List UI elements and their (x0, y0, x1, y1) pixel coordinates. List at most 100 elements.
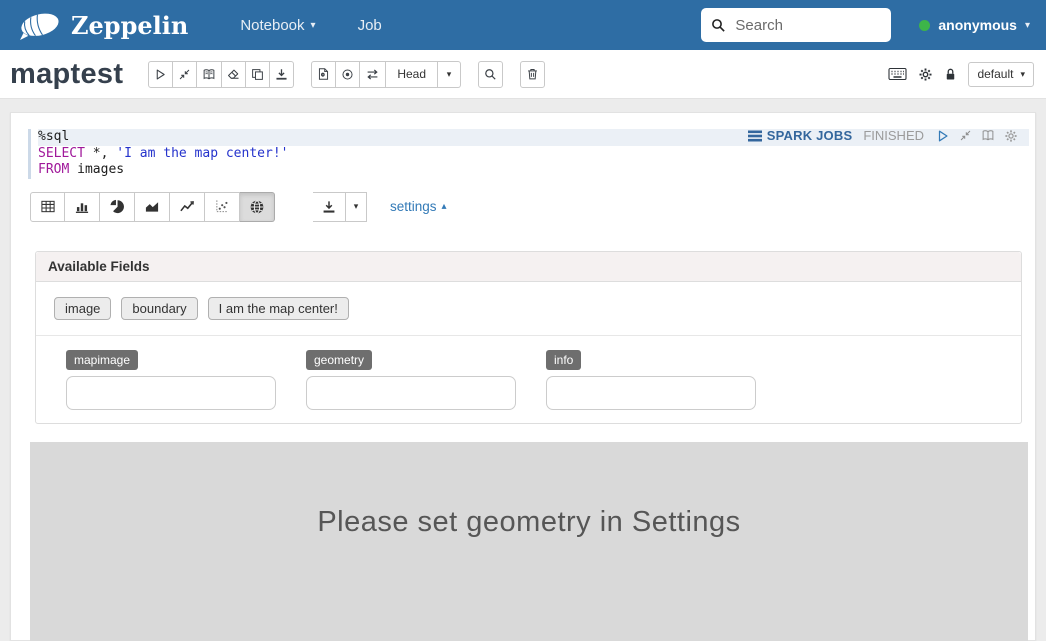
chart-type-map-button[interactable] (240, 192, 275, 222)
trash-icon (526, 67, 539, 81)
zeppelin-logo[interactable]: Zeppelin (16, 9, 188, 41)
list-icon (748, 130, 762, 142)
download-icon (322, 200, 336, 214)
book-icon (202, 68, 216, 81)
top-navbar: Zeppelin Notebook ▾ Job anonymous ▾ (0, 0, 1046, 50)
nav-notebook[interactable]: Notebook ▾ (240, 17, 315, 34)
gear-icon[interactable] (918, 67, 933, 82)
version-control-group: Head ▾ (311, 61, 461, 88)
revision-label: Head (397, 67, 426, 81)
drop-zone-target[interactable] (546, 376, 756, 410)
play-icon (154, 68, 167, 81)
chart-type-bar-button[interactable] (65, 192, 100, 222)
interpreter-binding-button[interactable]: default ▾ (968, 62, 1034, 87)
run-all-button[interactable] (148, 61, 173, 88)
swap-arrows-icon (365, 68, 380, 81)
drop-zone-label: mapimage (66, 350, 138, 370)
revision-target-icon (341, 68, 354, 81)
field-chip[interactable]: image (54, 297, 111, 320)
show-editor-button[interactable] (981, 129, 995, 142)
note-title[interactable]: maptest (10, 58, 123, 91)
revision-caret-button[interactable]: ▾ (438, 61, 461, 88)
drop-zone-target[interactable] (66, 376, 276, 410)
note-toolbar: maptest Head (0, 50, 1046, 99)
drop-zone-target[interactable] (306, 376, 516, 410)
drop-zones: mapimage geometry info (36, 336, 1021, 423)
search-icon (711, 18, 726, 33)
caret-down-icon: ▾ (311, 20, 316, 31)
available-fields-list: image boundary I am the map center! (36, 282, 1021, 336)
scatter-chart-icon (214, 199, 230, 214)
available-fields-panel: Available Fields image boundary I am the m… (35, 251, 1022, 424)
paragraph-gear-icon[interactable] (1004, 129, 1018, 143)
collapse-paragraph-button[interactable] (959, 129, 972, 142)
chart-type-pie-button[interactable] (100, 192, 135, 222)
pie-chart-icon (109, 199, 125, 214)
user-menu[interactable]: anonymous ▾ (919, 17, 1030, 33)
run-paragraph-button[interactable] (936, 129, 950, 143)
chart-type-group (30, 192, 275, 222)
chart-toolbar: ▾ settings ▴ (30, 192, 1035, 222)
search-code-button[interactable] (478, 61, 503, 88)
user-status-dot (919, 20, 930, 31)
commit-button[interactable] (311, 61, 336, 88)
settings-toggle-link[interactable]: settings ▴ (390, 199, 447, 214)
spark-jobs-link[interactable]: SPARK JOBS (748, 128, 853, 143)
line-chart-icon (179, 199, 195, 214)
download-icon (275, 68, 288, 81)
search-box (701, 8, 891, 42)
clone-note-button[interactable] (246, 61, 270, 88)
field-chip[interactable]: I am the map center! (208, 297, 349, 320)
caret-down-icon: ▾ (354, 201, 359, 212)
bar-chart-icon (74, 199, 90, 214)
available-fields-header: Available Fields (36, 252, 1021, 282)
drop-zone-label: info (546, 350, 581, 370)
compare-revisions-button[interactable] (360, 61, 386, 88)
search-input[interactable] (733, 16, 881, 35)
compress-icon (959, 129, 972, 142)
search-icon (484, 68, 497, 81)
chart-type-scatter-button[interactable] (205, 192, 240, 222)
shortcut-keyboard-icon[interactable] (888, 67, 907, 81)
chart-type-line-button[interactable] (170, 192, 205, 222)
clear-output-button[interactable] (222, 61, 246, 88)
caret-up-icon: ▴ (442, 201, 447, 212)
chart-type-table-button[interactable] (30, 192, 65, 222)
trash-note-button[interactable] (520, 61, 545, 88)
nav-job-label: Job (358, 17, 382, 34)
show-hide-code-button[interactable] (197, 61, 222, 88)
table-icon (40, 199, 56, 214)
note-actions-group (148, 61, 294, 88)
map-result-area[interactable]: Please set geometry in Settings (30, 442, 1028, 641)
caret-down-icon: ▾ (447, 69, 452, 80)
globe-icon (249, 199, 265, 215)
code-line-select: SELECT *, 'I am the map center!' (38, 146, 1035, 163)
collapse-paragraphs-button[interactable] (173, 61, 197, 88)
user-name: anonymous (938, 17, 1017, 33)
drop-zone-info: info (546, 350, 756, 410)
drop-zone-label: geometry (306, 350, 372, 370)
nav-job[interactable]: Job (358, 17, 382, 34)
interpreter-binding-label: default (977, 67, 1013, 81)
revision-selector[interactable]: Head (386, 61, 438, 88)
caret-down-icon: ▾ (1025, 20, 1030, 31)
set-revision-button[interactable] (336, 61, 360, 88)
map-placeholder-message: Please set geometry in Settings (30, 442, 1028, 539)
file-code-icon (317, 67, 330, 81)
paragraph-status: FINISHED (863, 128, 924, 143)
note-settings-group: default ▾ (888, 62, 1036, 87)
code-line-from: FROM images (38, 162, 1035, 179)
note-body: %sql SELECT *, 'I am the map center!' FR… (0, 99, 1046, 641)
download-result-button[interactable] (313, 192, 346, 222)
field-chip[interactable]: boundary (121, 297, 197, 320)
export-result-group: ▾ (313, 192, 367, 222)
eraser-icon (227, 68, 240, 81)
zeppelin-blimp-icon (16, 9, 62, 41)
download-options-button[interactable]: ▾ (346, 192, 367, 222)
chart-type-area-button[interactable] (135, 192, 170, 222)
area-chart-icon (144, 199, 160, 214)
main-nav: Notebook ▾ Job (240, 17, 381, 34)
drop-zone-geometry: geometry (306, 350, 516, 410)
export-note-button[interactable] (270, 61, 294, 88)
lock-icon[interactable] (944, 67, 957, 82)
